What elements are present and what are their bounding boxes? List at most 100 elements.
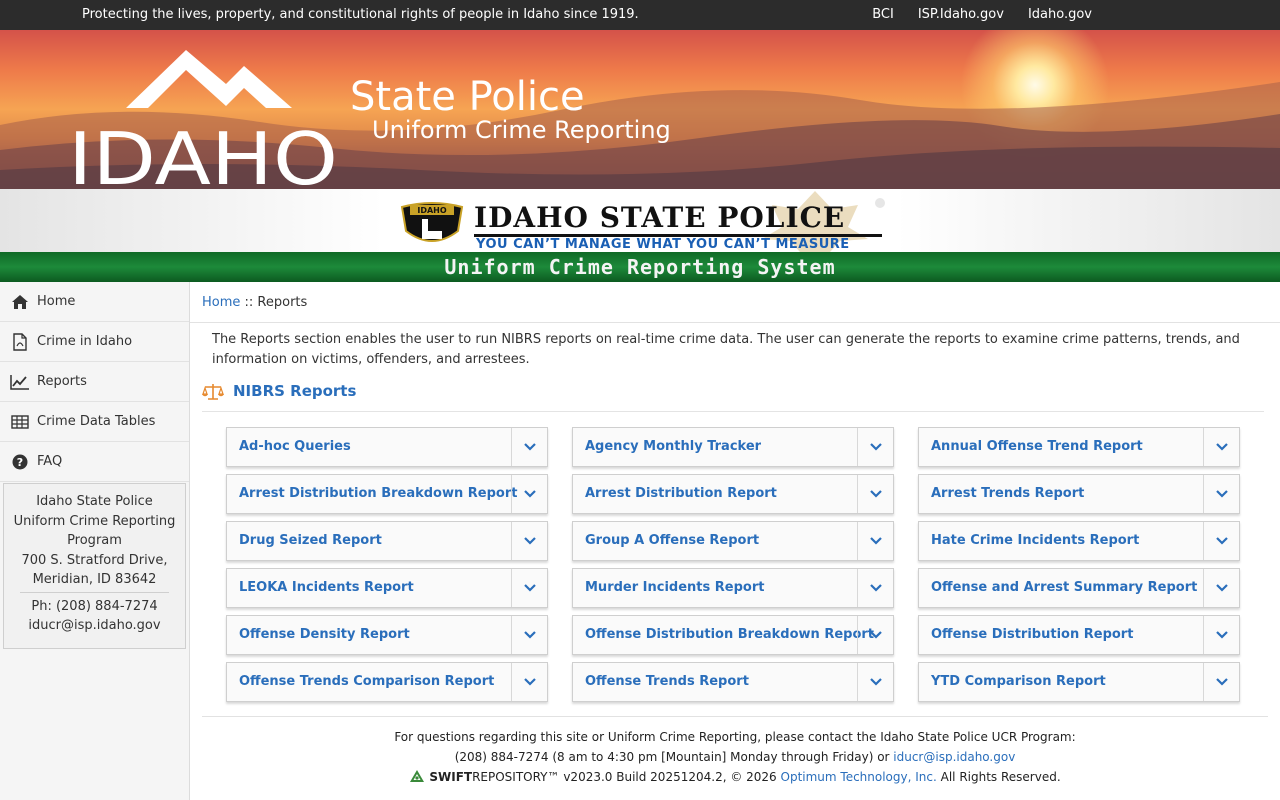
sidebar-item-crime-data-tables[interactable]: Crime Data Tables [0,402,189,442]
logo-wordmark: IDAHO [68,117,338,189]
report-title: Annual Offense Trend Report [931,439,1143,454]
chevron-down-icon [869,537,882,545]
section-title: NIBRS Reports [233,382,357,400]
isp-tagline: YOU CAN’T MANAGE WHAT YOU CAN’T MEASURE [476,237,850,252]
breadcrumb: Home :: Reports [190,282,1280,323]
contact-phone: Ph: (208) 884-7274 [31,598,158,614]
report-title: Murder Incidents Report [585,580,765,595]
header-banner: IDAHO State Police Uniform Crime Reporti… [0,30,1280,189]
contact-email[interactable]: iducr@isp.idaho.gov [10,616,179,636]
report-title: Offense and Arrest Summary Report [931,580,1198,595]
contact-city: Meridian, ID 83642 [32,572,157,587]
report-card-annual-offense-trend[interactable]: Annual Offense Trend Report [918,427,1240,467]
expand-button[interactable] [511,663,547,701]
expand-button[interactable] [857,522,893,560]
report-card-arrest-distribution-breakdown[interactable]: Arrest Distribution Breakdown Report [226,474,548,514]
section-header: NIBRS Reports [202,381,1264,412]
report-title: Offense Density Report [239,627,410,642]
expand-button[interactable] [511,616,547,654]
main-content: Home :: Reports The Reports section enab… [190,282,1280,800]
sidebar-item-crime-in-idaho[interactable]: Crime in Idaho [0,322,189,362]
report-card-leoka-incidents[interactable]: LEOKA Incidents Report [226,568,548,608]
report-title: Offense Distribution Report [931,627,1134,642]
sidebar-item-label: Crime Data Tables [37,414,156,429]
expand-button[interactable] [511,522,547,560]
contact-org: Idaho State Police [36,494,153,509]
intro-text: The Reports section enables the user to … [212,332,1240,367]
report-card-offense-arrest-summary[interactable]: Offense and Arrest Summary Report [918,568,1240,608]
report-title: Ad-hoc Queries [239,439,351,454]
report-card-agency-monthly-tracker[interactable]: Agency Monthly Tracker [572,427,894,467]
swift-repository: REPOSITORY™ [472,770,560,784]
table-icon [10,412,30,432]
idaho-logo[interactable]: IDAHO [66,44,346,189]
chevron-down-icon [523,678,536,686]
report-card-offense-trends[interactable]: Offense Trends Report [572,662,894,702]
report-card-group-a-offense[interactable]: Group A Offense Report [572,521,894,561]
chevron-down-icon [1215,678,1228,686]
expand-button[interactable] [1203,569,1239,607]
report-card-offense-trends-comparison[interactable]: Offense Trends Comparison Report [226,662,548,702]
sidebar-item-home[interactable]: Home [0,282,189,322]
expand-button[interactable] [857,428,893,466]
report-card-arrest-trends[interactable]: Arrest Trends Report [918,474,1240,514]
report-title: Arrest Distribution Breakdown Report [239,486,518,501]
report-title: Hate Crime Incidents Report [931,533,1140,548]
report-card-offense-distribution-breakdown[interactable]: Offense Distribution Breakdown Report [572,615,894,655]
sidebar-item-faq[interactable]: ? FAQ [0,442,189,482]
report-title: Offense Trends Comparison Report [239,674,495,689]
expand-button[interactable] [511,569,547,607]
chevron-down-icon [1215,490,1228,498]
chevron-down-icon [869,584,882,592]
contact-street: 700 S. Stratford Drive, [21,552,168,568]
report-card-ad-hoc-queries[interactable]: Ad-hoc Queries [226,427,548,467]
footer-hours: (208) 884-7274 (8 am to 4:30 pm [Mountai… [454,750,894,764]
report-card-drug-seized[interactable]: Drug Seized Report [226,521,548,561]
expand-button[interactable] [1203,475,1239,513]
link-idaho-gov[interactable]: Idaho.gov [1028,7,1092,22]
report-card-offense-distribution[interactable]: Offense Distribution Report [918,615,1240,655]
footer-line1: For questions regarding this site or Uni… [394,730,1076,744]
breadcrumb-home[interactable]: Home [202,295,240,310]
chevron-down-icon [869,490,882,498]
report-card-arrest-distribution[interactable]: Arrest Distribution Report [572,474,894,514]
link-bci[interactable]: BCI [872,7,894,22]
expand-button[interactable] [1203,522,1239,560]
report-title: YTD Comparison Report [931,674,1106,689]
company-link[interactable]: Optimum Technology, Inc. [781,770,937,784]
report-card-offense-density[interactable]: Offense Density Report [226,615,548,655]
swift-brand: SWIFT [429,770,473,784]
report-card-hate-crime-incidents[interactable]: Hate Crime Incidents Report [918,521,1240,561]
footer-email-link[interactable]: iducr@isp.idaho.gov [893,750,1015,764]
expand-button[interactable] [857,616,893,654]
chevron-down-icon [869,678,882,686]
expand-button[interactable] [1203,663,1239,701]
expand-button[interactable] [511,428,547,466]
question-icon: ? [10,452,30,472]
rights-text: All Rights Reserved. [936,770,1061,784]
report-title: LEOKA Incidents Report [239,580,414,595]
banner-subtitle: Uniform Crime Reporting [372,116,671,144]
sidebar-item-reports[interactable]: Reports [0,362,189,402]
chevron-down-icon [1215,537,1228,545]
sidebar-item-label: Reports [37,374,87,389]
report-title: Offense Trends Report [585,674,749,689]
chevron-down-icon [523,537,536,545]
top-bar: Protecting the lives, property, and cons… [0,0,1280,30]
contact-program: Uniform Crime Reporting Program [13,513,176,549]
report-card-murder-incidents[interactable]: Murder Incidents Report [572,568,894,608]
chevron-down-icon [869,631,882,639]
expand-button[interactable] [857,569,893,607]
chevron-down-icon [1215,584,1228,592]
isp-patch-icon: IDAHO [400,202,464,242]
expand-button[interactable] [1203,616,1239,654]
expand-button[interactable] [511,475,547,513]
report-card-ytd-comparison[interactable]: YTD Comparison Report [918,662,1240,702]
link-isp-idaho-gov[interactable]: ISP.Idaho.gov [918,7,1004,22]
report-title: Agency Monthly Tracker [585,439,762,454]
pdf-icon [10,332,30,352]
isp-title: IDAHO STATE POLICE [474,201,846,234]
expand-button[interactable] [857,475,893,513]
expand-button[interactable] [1203,428,1239,466]
expand-button[interactable] [857,663,893,701]
